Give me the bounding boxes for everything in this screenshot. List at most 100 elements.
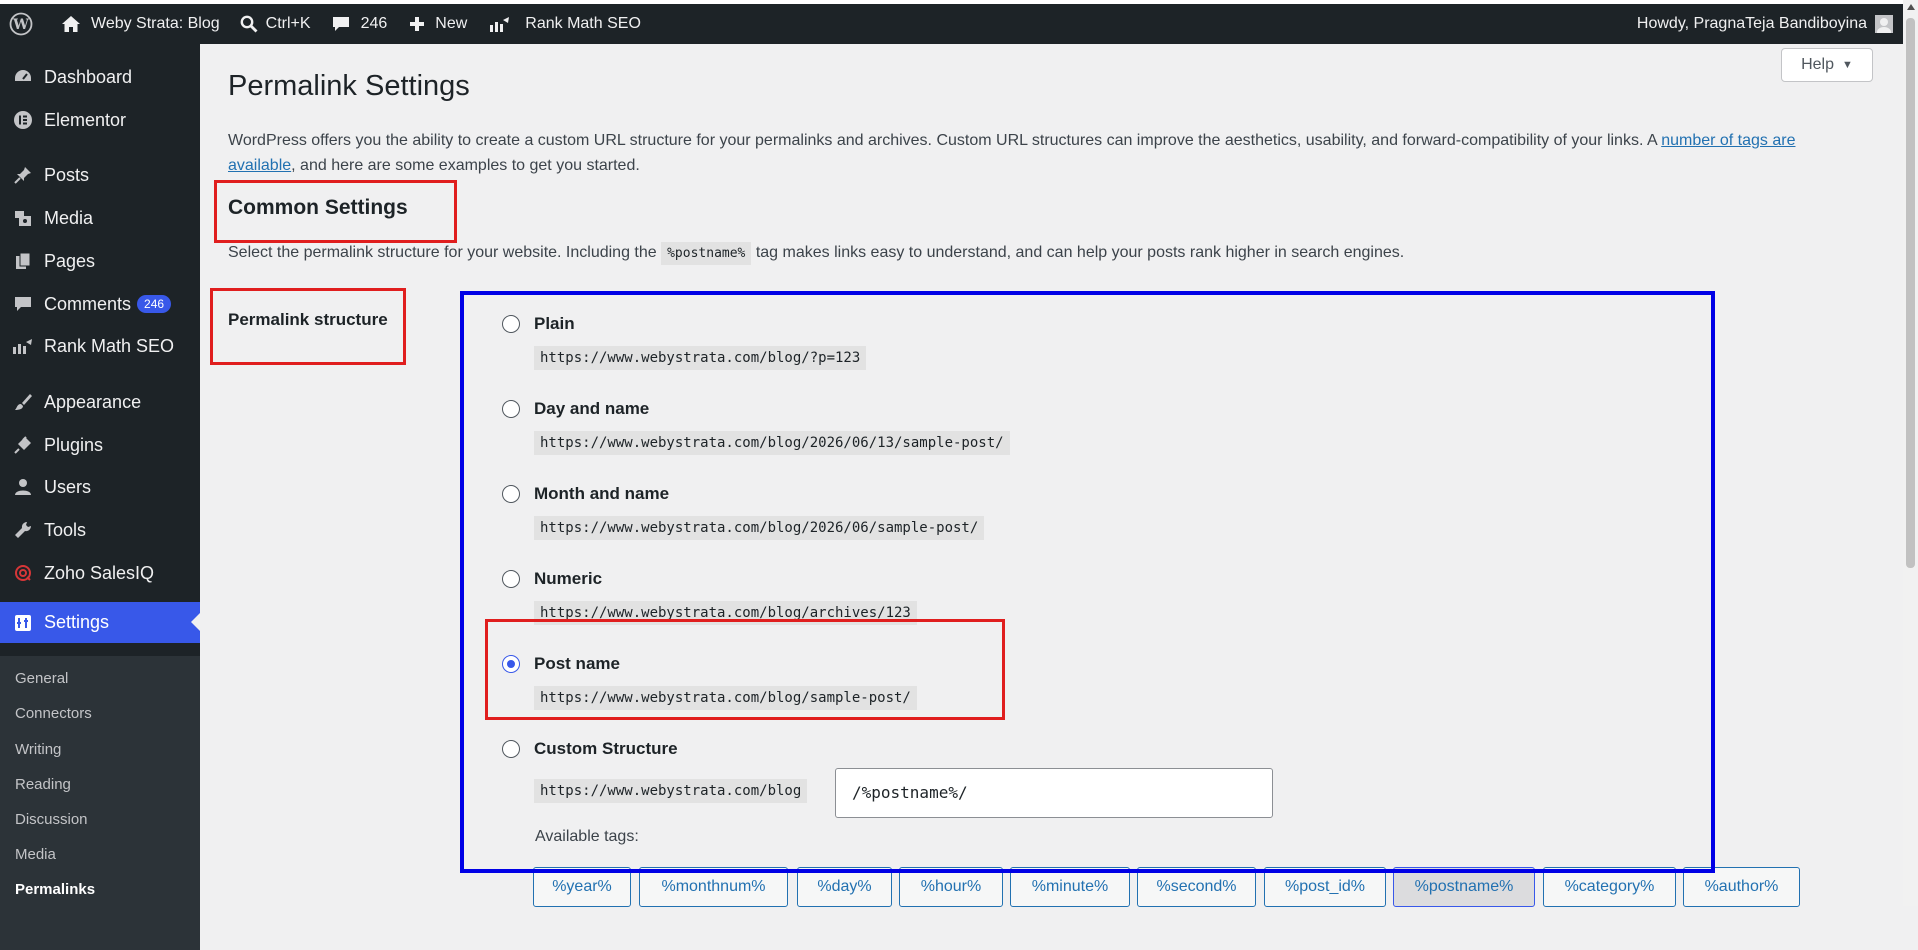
sidebar-label: Rank Math SEO bbox=[44, 335, 175, 356]
sidebar-item-elementor[interactable]: Elementor bbox=[0, 100, 200, 140]
submenu-general[interactable]: General bbox=[15, 670, 68, 687]
search-icon bbox=[240, 15, 258, 33]
sidebar-label: Appearance bbox=[44, 391, 142, 412]
comment-icon bbox=[12, 293, 34, 315]
sidebar-label: Tools bbox=[44, 519, 87, 540]
sidebar-label: Media bbox=[44, 207, 94, 228]
sidebar-label: Zoho SalesIQ bbox=[44, 562, 155, 583]
sidebar-item-rank-math[interactable]: Rank Math SEO bbox=[0, 326, 200, 366]
admin-bar: W Weby Strata: Blog Ctrl+K 246 New Rank … bbox=[0, 4, 1903, 44]
elementor-icon bbox=[12, 109, 34, 131]
submenu-writing[interactable]: Writing bbox=[15, 741, 61, 758]
desc-after: tag makes links easy to understand, and … bbox=[751, 244, 1405, 261]
site-name: Weby Strata: Blog bbox=[91, 15, 220, 32]
postname-code: %postname% bbox=[661, 242, 752, 265]
search-shortcut[interactable]: Ctrl+K bbox=[228, 4, 319, 44]
annotation-box-common-settings bbox=[214, 180, 457, 243]
intro-text: WordPress offers you the ability to crea… bbox=[228, 128, 1848, 178]
rankmath-icon bbox=[12, 335, 34, 357]
new-label: New bbox=[435, 15, 468, 32]
my-account[interactable]: Howdy, PragnaTeja Bandiboyina bbox=[1637, 15, 1903, 33]
tag-author-button[interactable]: %author% bbox=[1683, 867, 1800, 907]
submenu-reading[interactable]: Reading bbox=[15, 776, 71, 793]
wordpress-icon: W bbox=[9, 12, 33, 36]
sidebar-item-comments[interactable]: Comments 246 bbox=[0, 284, 200, 324]
section-description: Select the permalink structure for your … bbox=[228, 242, 1405, 265]
wrench-icon bbox=[12, 519, 34, 541]
tags-link[interactable]: number of tags are bbox=[1661, 132, 1795, 149]
help-button[interactable]: Help ▼ bbox=[1781, 48, 1873, 82]
annotation-box-options bbox=[460, 291, 1715, 873]
submenu-discussion[interactable]: Discussion bbox=[15, 811, 88, 828]
submenu-connectors[interactable]: Connectors bbox=[15, 705, 92, 722]
plugin-icon bbox=[12, 434, 34, 456]
search-shortcut-label: Ctrl+K bbox=[265, 15, 311, 32]
rank-math-link[interactable]: Rank Math SEO bbox=[475, 4, 649, 44]
annotation-box-permalink-structure bbox=[210, 288, 406, 365]
sidebar-label: Elementor bbox=[44, 109, 127, 130]
sidebar-label: Dashboard bbox=[44, 66, 133, 87]
scroll-up-icon[interactable] bbox=[1907, 4, 1915, 10]
main-content: Help ▼ Permalink Settings WordPress offe… bbox=[200, 44, 1903, 907]
comment-icon bbox=[332, 17, 349, 31]
site-name-link[interactable]: Weby Strata: Blog bbox=[41, 4, 228, 44]
sidebar-label: Pages bbox=[44, 250, 96, 271]
sidebar-item-pages[interactable]: Pages bbox=[0, 241, 200, 281]
rankmath-icon bbox=[490, 17, 510, 32]
settings-icon bbox=[12, 612, 34, 634]
tag-monthnum-button[interactable]: %monthnum% bbox=[639, 867, 788, 907]
brush-icon bbox=[12, 391, 34, 413]
tag-hour-button[interactable]: %hour% bbox=[899, 867, 1003, 907]
sidebar-item-posts[interactable]: Posts bbox=[0, 155, 200, 195]
comments-count: 246 bbox=[360, 15, 388, 32]
page-scrollbar[interactable] bbox=[1903, 0, 1918, 906]
sidebar-item-zoho[interactable]: Zoho SalesIQ bbox=[0, 553, 200, 593]
sidebar-label: Posts bbox=[44, 164, 90, 185]
rank-math-label: Rank Math SEO bbox=[525, 15, 641, 32]
sidebar-item-users[interactable]: Users bbox=[0, 467, 200, 507]
pin-icon bbox=[12, 164, 34, 186]
sidebar-item-dashboard[interactable]: Dashboard bbox=[0, 57, 200, 97]
submenu-media[interactable]: Media bbox=[15, 846, 56, 863]
sidebar-item-tools[interactable]: Tools bbox=[0, 510, 200, 550]
zoho-icon bbox=[12, 562, 34, 584]
tag-year-button[interactable]: %year% bbox=[533, 867, 631, 907]
admin-sidebar: Dashboard Elementor Posts Media Pages Co… bbox=[0, 44, 200, 950]
media-icon bbox=[12, 207, 34, 229]
page-title: Permalink Settings bbox=[228, 70, 470, 102]
intro-tail: , and here are some examples to get you … bbox=[291, 157, 640, 174]
tag-second-button[interactable]: %second% bbox=[1137, 867, 1256, 907]
pages-icon bbox=[12, 250, 34, 272]
sidebar-label: Comments bbox=[44, 293, 132, 314]
tag-post-id-button[interactable]: %post_id% bbox=[1264, 867, 1386, 907]
caret-down-icon: ▼ bbox=[1842, 59, 1853, 71]
sidebar-item-settings[interactable]: Settings bbox=[0, 602, 200, 643]
plus-icon bbox=[410, 17, 425, 31]
scrollbar-thumb[interactable] bbox=[1906, 18, 1915, 568]
submenu-permalinks[interactable]: Permalinks bbox=[15, 881, 95, 898]
tag-postname-button[interactable]: %postname% bbox=[1393, 867, 1535, 907]
intro-body: WordPress offers you the ability to crea… bbox=[228, 132, 1662, 149]
tags-link-continued[interactable]: available bbox=[228, 157, 291, 174]
sidebar-item-plugins[interactable]: Plugins bbox=[0, 425, 200, 465]
sidebar-label: Settings bbox=[44, 612, 110, 632]
user-icon bbox=[12, 476, 34, 498]
home-icon bbox=[62, 16, 80, 32]
dashboard-icon bbox=[12, 66, 34, 88]
tag-category-button[interactable]: %category% bbox=[1543, 867, 1676, 907]
svg-text:W: W bbox=[12, 17, 29, 33]
howdy-text: Howdy, PragnaTeja Bandiboyina bbox=[1636, 15, 1867, 32]
new-content-link[interactable]: New bbox=[395, 4, 475, 44]
sidebar-label: Users bbox=[44, 476, 92, 497]
comments-link[interactable]: 246 bbox=[319, 4, 396, 44]
tag-minute-button[interactable]: %minute% bbox=[1010, 867, 1130, 907]
sidebar-item-appearance[interactable]: Appearance bbox=[0, 382, 200, 422]
desc-before: Select the permalink structure for your … bbox=[228, 244, 662, 261]
wordpress-logo[interactable]: W bbox=[0, 4, 41, 44]
sidebar-label: Plugins bbox=[44, 434, 104, 455]
sidebar-item-media[interactable]: Media bbox=[0, 198, 200, 238]
annotation-box-post-name bbox=[485, 619, 1005, 720]
comments-badge: 246 bbox=[137, 295, 172, 313]
avatar bbox=[1875, 15, 1893, 33]
tag-day-button[interactable]: %day% bbox=[797, 867, 892, 907]
